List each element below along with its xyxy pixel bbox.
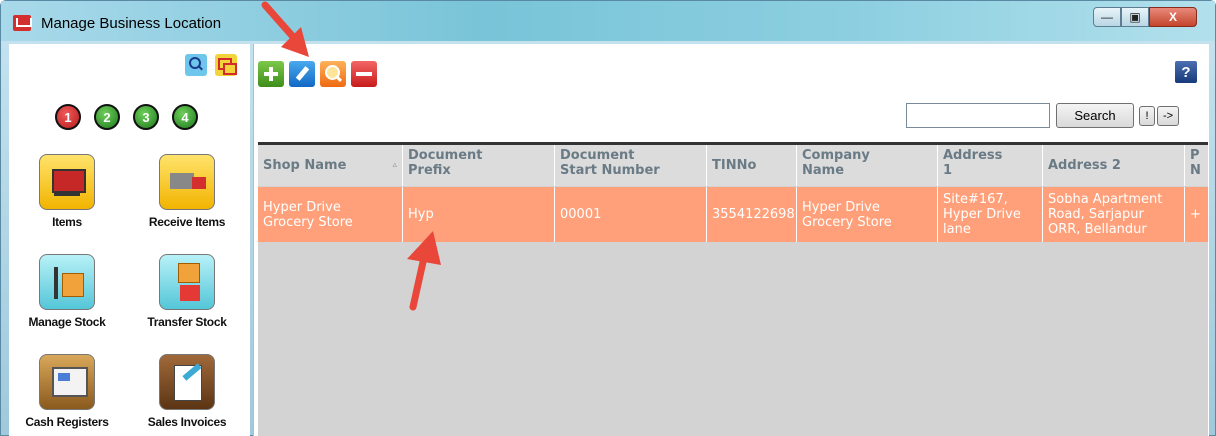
annotation-arrow-icon xyxy=(407,231,441,311)
step-3-button[interactable]: 3 xyxy=(133,104,159,130)
tile-label: Cash Registers xyxy=(25,415,109,429)
tile-label: Sales Invoices xyxy=(147,415,227,429)
transfer-icon xyxy=(159,254,215,310)
cell-company-name: Hyper Drive Grocery Store xyxy=(797,187,938,242)
cart-app-icon xyxy=(13,15,32,31)
search-icon[interactable] xyxy=(185,54,207,76)
step-indicators: 1 2 3 4 xyxy=(55,104,198,130)
tile-items[interactable]: Items xyxy=(17,154,117,229)
find-icon[interactable] xyxy=(320,61,346,87)
help-icon[interactable]: ? xyxy=(1175,61,1197,83)
tile-transfer-stock[interactable]: Transfer Stock xyxy=(137,254,237,329)
app-window: Manage Business Location — ▣ X 1 2 3 4 I… xyxy=(0,0,1216,436)
step-1-button[interactable]: 1 xyxy=(55,104,81,130)
step-4-button[interactable]: 4 xyxy=(172,104,198,130)
grid-header-row: Shop Name ▵ Document Prefix Document Star… xyxy=(258,145,1208,186)
column-header-truncated[interactable]: P N xyxy=(1185,145,1208,186)
truck-icon xyxy=(159,154,215,210)
annotation-arrow-icon xyxy=(261,1,309,57)
cell-truncated: + xyxy=(1185,187,1208,242)
step-2-button[interactable]: 2 xyxy=(94,104,120,130)
search-button[interactable]: Search xyxy=(1056,103,1134,128)
invoice-icon xyxy=(159,354,215,410)
left-nav-panel: 1 2 3 4 Items Receive Items Manage Stock… xyxy=(9,44,250,436)
tile-label: Receive Items xyxy=(148,215,226,229)
column-header-address-1[interactable]: Address 1 xyxy=(938,145,1043,186)
sort-indicator-icon: ▵ xyxy=(392,160,397,170)
column-header-tinno[interactable]: TINNo xyxy=(707,145,797,186)
tile-label: Items xyxy=(52,215,82,229)
cell-shop-name: Hyper Drive Grocery Store xyxy=(258,187,403,242)
column-header-document-prefix[interactable]: Document Prefix xyxy=(403,145,555,186)
window-title: Manage Business Location xyxy=(41,15,222,32)
column-header-address-2[interactable]: Address 2 xyxy=(1043,145,1185,186)
column-header-company-name[interactable]: Company Name xyxy=(797,145,938,186)
title-bar[interactable]: Manage Business Location — ▣ X xyxy=(1,1,1215,41)
windows-icon[interactable] xyxy=(215,54,237,76)
delete-icon[interactable] xyxy=(351,61,377,87)
tile-sales-invoices[interactable]: Sales Invoices xyxy=(137,354,237,429)
column-header-shop-name[interactable]: Shop Name ▵ xyxy=(258,145,403,186)
tile-receive-items[interactable]: Receive Items xyxy=(137,154,237,229)
cell-address-2: Sobha Apartment Road, Sarjapur ORR, Bell… xyxy=(1043,187,1185,242)
search-input[interactable] xyxy=(906,103,1050,128)
tile-manage-stock[interactable]: Manage Stock xyxy=(17,254,117,329)
cell-document-start-number: 00001 xyxy=(555,187,707,242)
stock-icon xyxy=(39,254,95,310)
clear-search-button[interactable]: ! xyxy=(1139,106,1155,126)
tile-label: Transfer Stock xyxy=(147,315,227,329)
tile-label: Manage Stock xyxy=(28,315,106,329)
tile-cash-registers[interactable]: Cash Registers xyxy=(17,354,117,429)
minimize-button[interactable]: — xyxy=(1093,7,1121,27)
advanced-search-button[interactable]: -> xyxy=(1157,106,1179,126)
cell-address-1: Site#167, Hyper Drive lane xyxy=(938,187,1043,242)
close-button[interactable]: X xyxy=(1149,7,1197,27)
maximize-button[interactable]: ▣ xyxy=(1121,7,1149,27)
cell-tinno: 3554122698 xyxy=(707,187,797,242)
cart-icon xyxy=(39,154,95,210)
window-controls: — ▣ X xyxy=(1093,7,1197,27)
column-header-document-start-number[interactable]: Document Start Number xyxy=(555,145,707,186)
register-icon xyxy=(39,354,95,410)
